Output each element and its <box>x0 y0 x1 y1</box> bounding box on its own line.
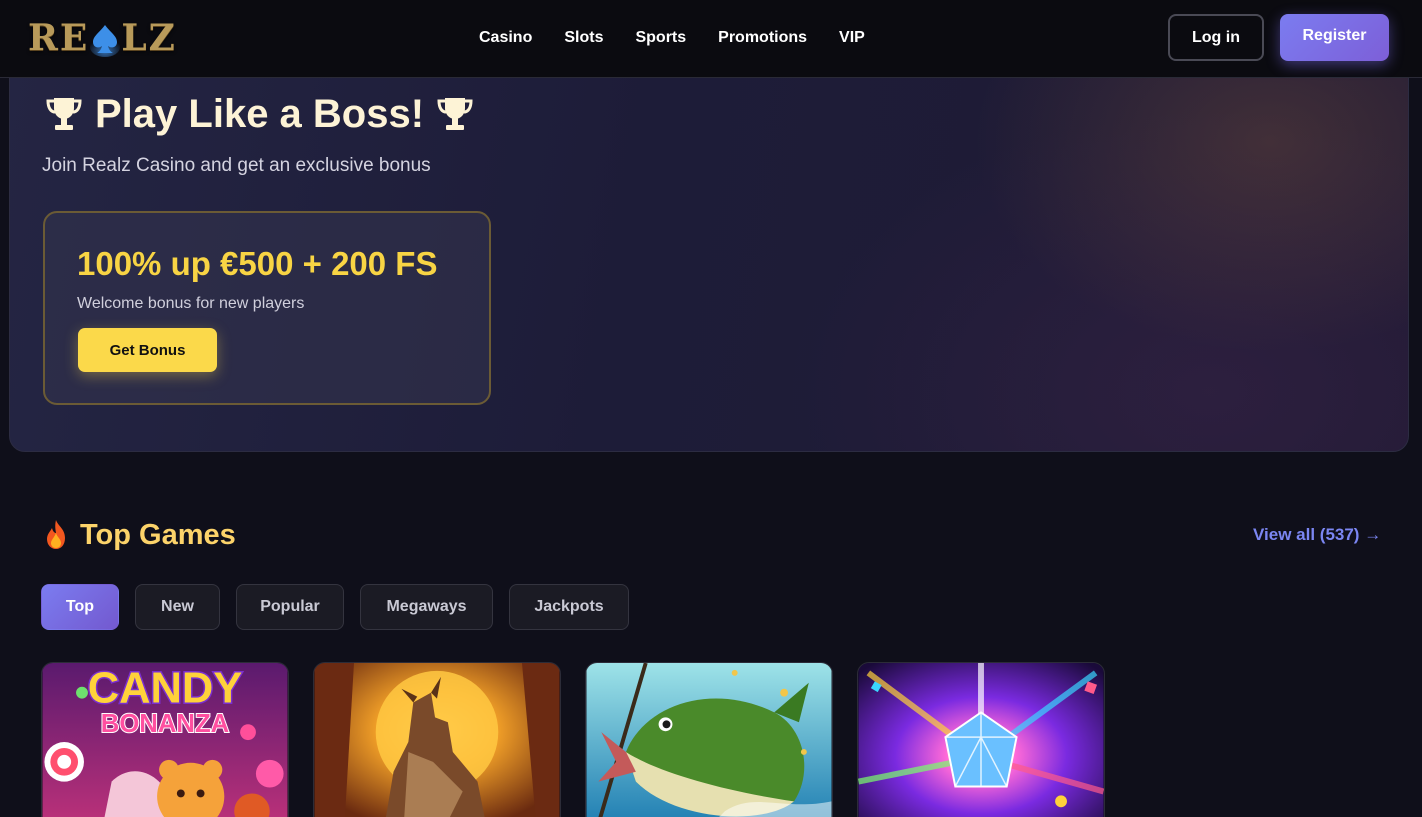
nav-sports[interactable]: Sports <box>635 28 686 48</box>
game-card-big-bass[interactable] <box>585 662 833 817</box>
realz-logo[interactable]: RE LZ <box>28 17 177 59</box>
logo-text-right: LZ <box>121 17 177 59</box>
hero-banner: Play Like a Boss! Join Realz Casino and … <box>9 40 1409 452</box>
game-card-crystal-gem[interactable] <box>857 662 1105 817</box>
nav-promotions[interactable]: Promotions <box>718 28 807 48</box>
hero-subtitle: Join Realz Casino and get an exclusive b… <box>42 155 431 176</box>
tab-popular[interactable]: Popular <box>236 584 344 630</box>
nav-casino[interactable]: Casino <box>479 28 532 48</box>
bonus-description: Welcome bonus for new players <box>77 295 305 312</box>
candy-bonanza-thumbnail: CANDY BONANZA <box>42 663 288 817</box>
crystal-gem-thumbnail <box>858 663 1104 817</box>
top-games-heading: Top Games <box>42 516 236 554</box>
trophy-icon <box>434 93 476 135</box>
view-all-link[interactable]: View all (537) → <box>1253 525 1381 545</box>
bonus-card: 100% up €500 + 200 FS Welcome bonus for … <box>43 211 491 405</box>
main-nav: Casino Slots Sports Promotions VIP <box>479 28 897 48</box>
bonanza-title-text: BONANZA <box>101 710 229 738</box>
tab-megaways[interactable]: Megaways <box>360 584 493 630</box>
register-button[interactable]: Register <box>1280 14 1389 61</box>
nav-slots[interactable]: Slots <box>564 28 603 48</box>
nav-vip[interactable]: VIP <box>839 28 865 48</box>
tab-top[interactable]: Top <box>41 584 119 630</box>
tab-new[interactable]: New <box>135 584 220 630</box>
tab-jackpots[interactable]: Jackpots <box>509 584 629 630</box>
candy-title-text: CANDY <box>88 665 243 713</box>
bonus-amount: 100% up €500 + 200 FS <box>77 245 438 282</box>
game-card-wolf-moon[interactable] <box>313 662 561 817</box>
big-bass-thumbnail <box>586 663 832 817</box>
fire-icon <box>42 519 70 551</box>
wolf-moon-thumbnail <box>314 663 560 817</box>
site-header: RE LZ Casino Slots Sports Promotions VIP… <box>0 0 1422 78</box>
get-bonus-button[interactable]: Get Bonus <box>78 328 217 372</box>
top-games-title: Top Games <box>80 518 236 551</box>
spade-icon <box>90 23 121 57</box>
game-card-candy-bonanza[interactable]: CANDY BONANZA <box>41 662 289 817</box>
hero-title: Play Like a Boss! <box>95 91 425 136</box>
hero-title-row: Play Like a Boss! <box>43 89 476 139</box>
logo-text-left: RE <box>28 17 90 59</box>
trophy-icon <box>43 93 85 135</box>
login-button[interactable]: Log in <box>1168 14 1264 61</box>
